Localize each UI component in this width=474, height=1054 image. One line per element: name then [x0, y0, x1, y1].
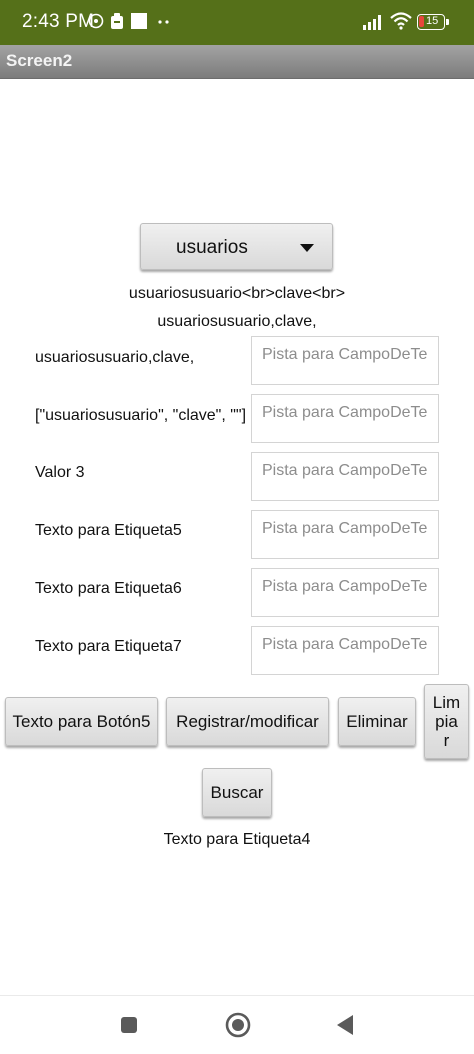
dropdown-caret-icon	[300, 244, 314, 252]
row-label-2: ["usuariosusuario", "clave", ""]	[35, 407, 247, 424]
more-dots-icon	[158, 20, 169, 24]
limpiar-label-1: Lim	[432, 693, 461, 712]
home-icon[interactable]	[225, 1012, 251, 1038]
row-label-6: Texto para Etiqueta7	[35, 638, 182, 655]
buscar-button[interactable]: Buscar	[202, 768, 272, 817]
limpiar-label-2: pia	[435, 712, 458, 731]
back-icon[interactable]	[335, 1014, 355, 1036]
status-bar: 2:43 PM 15	[0, 0, 474, 45]
wifi-icon	[390, 12, 412, 30]
clipboard-icon	[111, 13, 123, 29]
text-field-4[interactable]: Pista para CampoDeTe	[251, 510, 439, 559]
text-field-3[interactable]: Pista para CampoDeTe	[251, 452, 439, 501]
text-field-1[interactable]: Pista para CampoDeTe	[251, 336, 439, 385]
notification-circle-icon	[88, 13, 104, 29]
status-time: 2:43 PM	[22, 11, 95, 32]
etiqueta4-label: Texto para Etiqueta4	[163, 831, 311, 848]
text-field-5[interactable]: Pista para CampoDeTe	[251, 568, 439, 617]
battery-level: 15	[426, 15, 439, 27]
row-label-1: usuariosusuario,clave,	[35, 349, 195, 366]
battery-icon: 15	[417, 14, 449, 30]
spinner-value: usuarios	[176, 237, 248, 258]
limpiar-button[interactable]: Lim pia r	[424, 684, 469, 759]
usuarios-spinner[interactable]: usuarios	[140, 223, 333, 270]
signal-icon	[363, 15, 381, 30]
limpiar-label-3: r	[443, 731, 450, 750]
result-label-2: usuariosusuario,clave,	[157, 313, 317, 330]
boton5-button[interactable]: Texto para Botón5	[5, 697, 158, 746]
text-field-6[interactable]: Pista para CampoDeTe	[251, 626, 439, 675]
screen-title: Screen2	[6, 51, 73, 70]
registrar-modificar-button[interactable]: Registrar/modificar	[166, 697, 329, 746]
recent-apps-icon[interactable]	[120, 1016, 138, 1034]
title-bar: Screen2	[0, 45, 474, 79]
row-label-4: Texto para Etiqueta5	[35, 522, 182, 539]
row-label-5: Texto para Etiqueta6	[35, 580, 182, 597]
eliminar-button[interactable]: Eliminar	[338, 697, 416, 746]
result-label-1: usuariosusuario<br>clave<br>	[128, 285, 346, 302]
row-label-3: Valor 3	[35, 464, 85, 481]
square-app-icon	[131, 13, 147, 29]
navigation-bar	[0, 995, 474, 1054]
text-field-2[interactable]: Pista para CampoDeTe	[251, 394, 439, 443]
